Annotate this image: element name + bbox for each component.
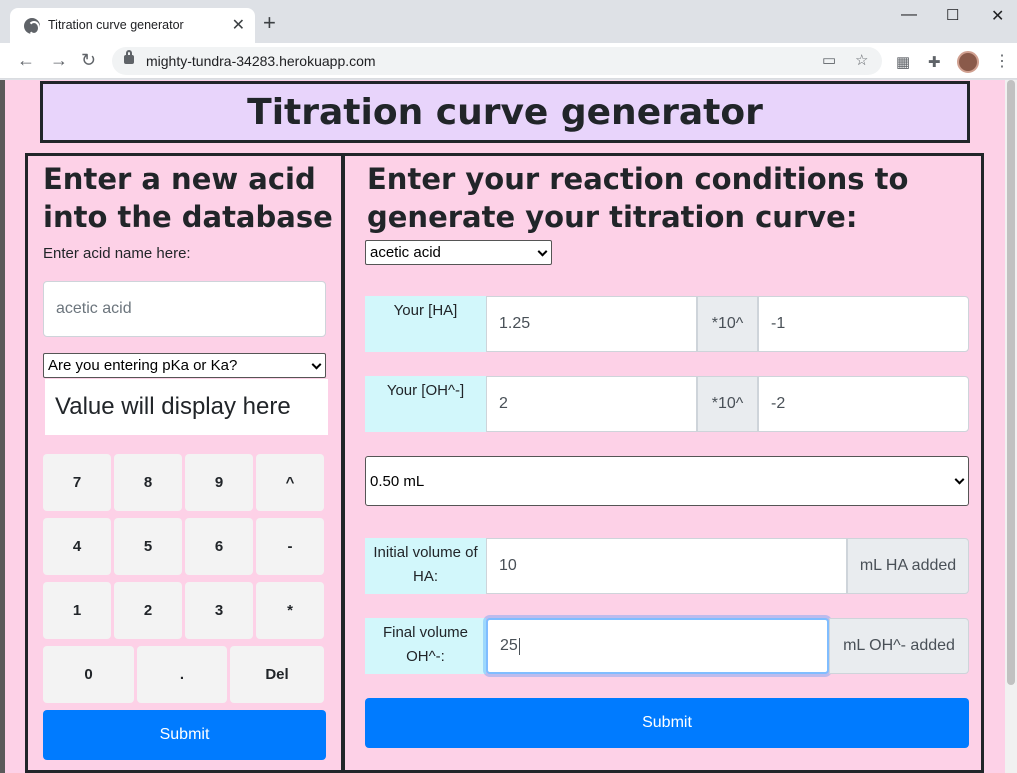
page-header: Titration curve generator <box>40 81 970 143</box>
maximize-icon[interactable]: ☐ <box>946 6 959 24</box>
oh-times-ten-addon: *10^ <box>697 376 758 432</box>
final-volume-input[interactable]: 25 <box>486 618 829 674</box>
profile-avatar[interactable] <box>957 51 979 73</box>
acid-name-input[interactable]: acetic acid <box>43 281 326 337</box>
cast-icon[interactable]: ▭ <box>822 51 836 69</box>
reaction-conditions-panel: Enter your reaction conditions to genera… <box>342 153 984 773</box>
acid-name-label: Enter acid name here: <box>43 245 191 262</box>
key-6[interactable]: 6 <box>185 518 253 575</box>
oh-concentration-label: Your [OH^-] <box>365 376 486 432</box>
ha-times-ten-addon: *10^ <box>697 296 758 352</box>
chevron-down-icon <box>537 246 548 257</box>
key-5[interactable]: 5 <box>114 518 182 575</box>
new-tab-icon[interactable]: + <box>263 12 276 34</box>
oh-exponent-input[interactable]: -2 <box>758 376 969 432</box>
oh-mantissa-input[interactable]: 2 <box>486 376 697 432</box>
text-cursor <box>518 637 520 655</box>
initial-volume-unit: mL HA added <box>847 538 969 594</box>
reload-icon[interactable]: ↻ <box>81 51 96 69</box>
page-content: Titration curve generator Enter a new ac… <box>5 80 1005 773</box>
window-close-icon[interactable]: ✕ <box>991 6 1004 26</box>
key-caret[interactable]: ^ <box>256 454 324 511</box>
new-acid-heading: Enter a new acid into the database <box>43 162 333 234</box>
key-9[interactable]: 9 <box>185 454 253 511</box>
add-acid-submit-button[interactable]: Submit <box>43 710 326 760</box>
new-acid-panel: Enter a new acid into the database Enter… <box>25 153 344 773</box>
address-bar[interactable]: mighty-tundra-34283.herokuapp.com ▭ ☆ <box>112 47 882 75</box>
browser-tab[interactable]: Titration curve generator ✕ <box>10 8 255 43</box>
initial-volume-label: Initial volume of HA: <box>365 538 486 594</box>
key-7[interactable]: 7 <box>43 454 111 511</box>
forward-icon[interactable]: → <box>50 51 68 69</box>
page-title: Titration curve generator <box>247 92 763 133</box>
browser-toolbar: ← → ↻ mighty-tundra-34283.herokuapp.com … <box>0 43 1017 79</box>
back-icon[interactable]: ← <box>17 51 35 69</box>
acid-select-value: acetic acid <box>370 244 441 261</box>
key-delete[interactable]: Del <box>230 646 324 703</box>
key-0[interactable]: 0 <box>43 646 134 703</box>
close-tab-icon[interactable]: ✕ <box>232 15 245 35</box>
menu-kebab-icon[interactable]: ⋮ <box>994 51 1010 71</box>
extensions-puzzle-icon[interactable]: ✚ <box>928 53 941 71</box>
globe-icon <box>24 18 40 35</box>
browser-window: Titration curve generator ✕ + — ☐ ✕ ← → … <box>0 0 1017 773</box>
final-volume-label: Final volume OH^-: <box>365 618 486 674</box>
tab-strip: Titration curve generator ✕ + — ☐ ✕ <box>0 0 1017 43</box>
ha-mantissa-input[interactable]: 1.25 <box>486 296 697 352</box>
key-decimal[interactable]: . <box>137 646 227 703</box>
key-8[interactable]: 8 <box>114 454 182 511</box>
minimize-icon[interactable]: — <box>901 6 917 24</box>
scrollbar-thumb[interactable] <box>1007 80 1015 685</box>
ha-concentration-label: Your [HA] <box>365 296 486 352</box>
key-4[interactable]: 4 <box>43 518 111 575</box>
ha-exponent-input[interactable]: -1 <box>758 296 969 352</box>
page-scrollbar[interactable] <box>1005 80 1017 773</box>
pka-ka-select[interactable]: Are you entering pKa or Ka? <box>43 353 326 378</box>
key-minus[interactable]: - <box>256 518 324 575</box>
chevron-down-icon <box>954 474 965 485</box>
lock-icon <box>124 50 134 64</box>
reaction-conditions-heading: Enter your reaction conditions to genera… <box>367 162 909 234</box>
tab-title: Titration curve generator <box>48 18 184 32</box>
key-multiply[interactable]: * <box>256 582 324 639</box>
initial-volume-input[interactable]: 10 <box>486 538 847 594</box>
chevron-down-icon <box>311 359 322 370</box>
url-text: mighty-tundra-34283.herokuapp.com <box>146 53 376 69</box>
bookmark-star-icon[interactable]: ☆ <box>855 51 868 69</box>
volume-increment-value: 0.50 mL <box>370 472 425 490</box>
acid-select[interactable]: acetic acid <box>365 240 552 265</box>
key-1[interactable]: 1 <box>43 582 111 639</box>
extension-grid-icon[interactable]: ▦ <box>896 53 910 71</box>
pka-ka-select-value: Are you entering pKa or Ka? <box>48 357 238 374</box>
final-volume-value: 25 <box>500 637 518 654</box>
key-3[interactable]: 3 <box>185 582 253 639</box>
generate-curve-submit-button[interactable]: Submit <box>365 698 969 748</box>
final-volume-unit: mL OH^- added <box>829 618 969 674</box>
key-2[interactable]: 2 <box>114 582 182 639</box>
value-display: Value will display here <box>45 379 328 435</box>
volume-increment-select[interactable]: 0.50 mL <box>365 456 969 506</box>
